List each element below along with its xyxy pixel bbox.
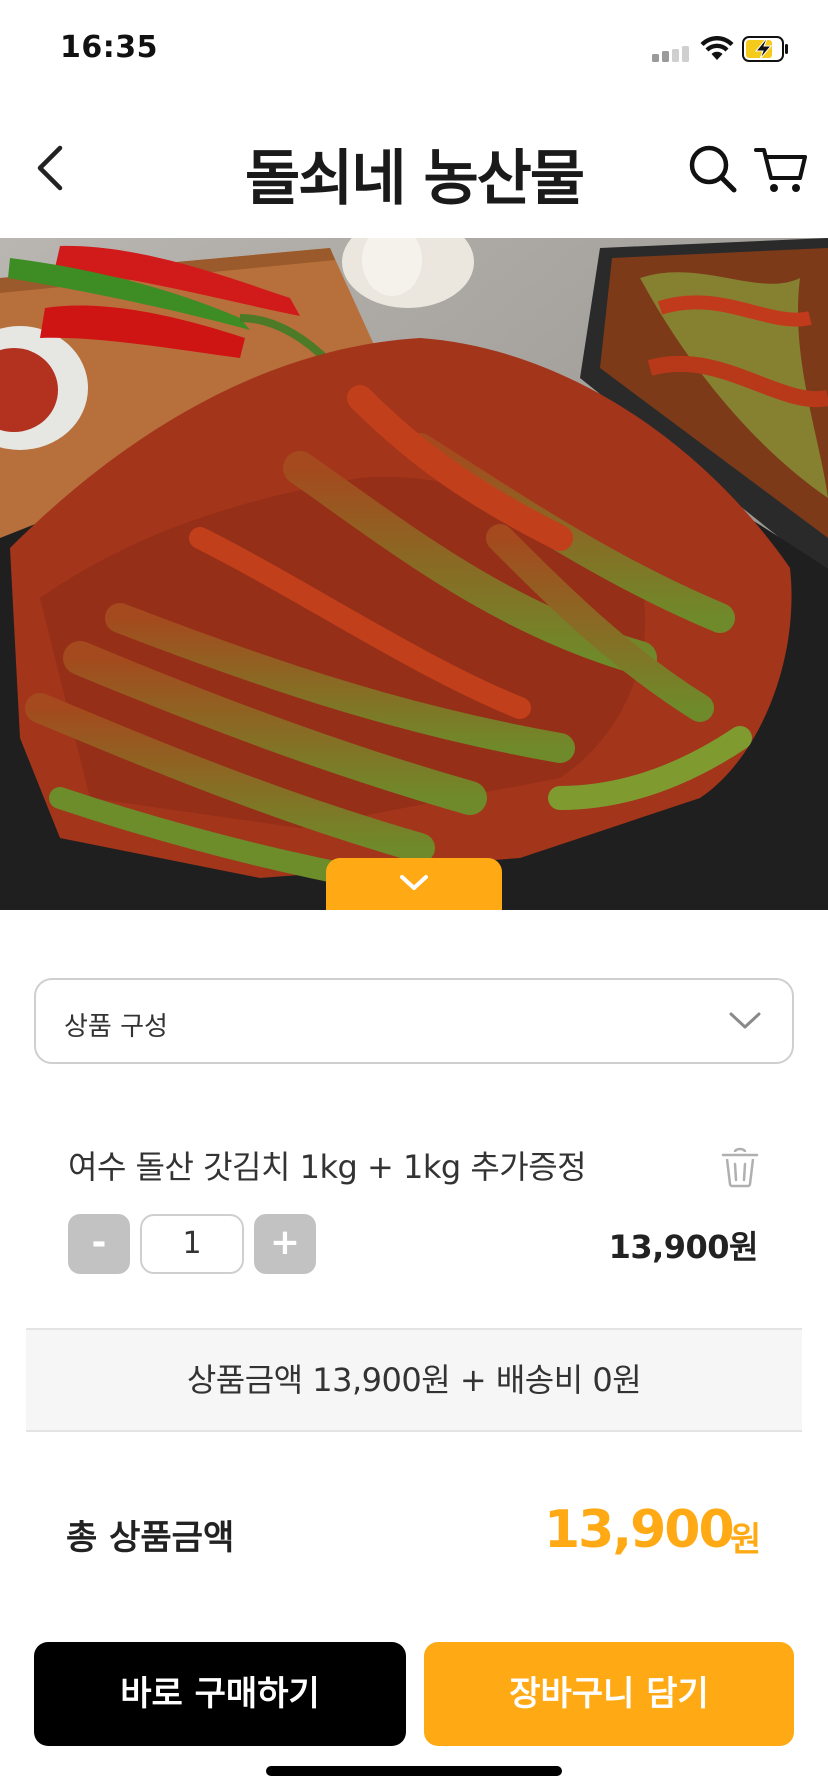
quantity-decrease-button[interactable]: - (68, 1214, 130, 1274)
battery-charging-icon (742, 36, 788, 62)
chevron-down-icon (400, 875, 428, 890)
buy-now-button[interactable]: 바로 구매하기 (34, 1642, 406, 1746)
status-bar: 16:35 (0, 0, 828, 100)
wifi-icon (700, 36, 734, 60)
cellular-signal-icon (652, 46, 692, 62)
total-price-value: 13,900 (544, 1500, 735, 1560)
quantity-increase-button[interactable]: + (254, 1214, 316, 1274)
expand-toggle-button[interactable] (326, 858, 502, 910)
quantity-input[interactable]: 1 (140, 1214, 244, 1274)
selected-item-price: 13,900원 (608, 1228, 759, 1266)
option-select[interactable]: 상품 구성 (34, 978, 794, 1064)
home-indicator[interactable] (266, 1766, 562, 1776)
option-select-label: 상품 구성 (64, 1012, 168, 1042)
selected-item-name: 여수 돌산 갓김치 1kg + 1kg 추가증정 (68, 1148, 587, 1186)
add-to-cart-button[interactable]: 장바구니 담기 (424, 1642, 794, 1746)
total-price-unit: 원 (730, 1520, 762, 1560)
cart-icon[interactable] (752, 140, 810, 198)
trash-icon[interactable] (720, 1146, 760, 1188)
status-time: 16:35 (60, 30, 158, 65)
search-icon[interactable] (684, 140, 742, 198)
total-label: 총 상품금액 (66, 1518, 235, 1558)
chevron-down-icon (729, 1012, 761, 1029)
product-image[interactable] (0, 238, 828, 910)
price-summary: 상품금액 13,900원 + 배송비 0원 (26, 1328, 802, 1432)
app-header: 돌쇠네 농산물 (0, 100, 828, 238)
